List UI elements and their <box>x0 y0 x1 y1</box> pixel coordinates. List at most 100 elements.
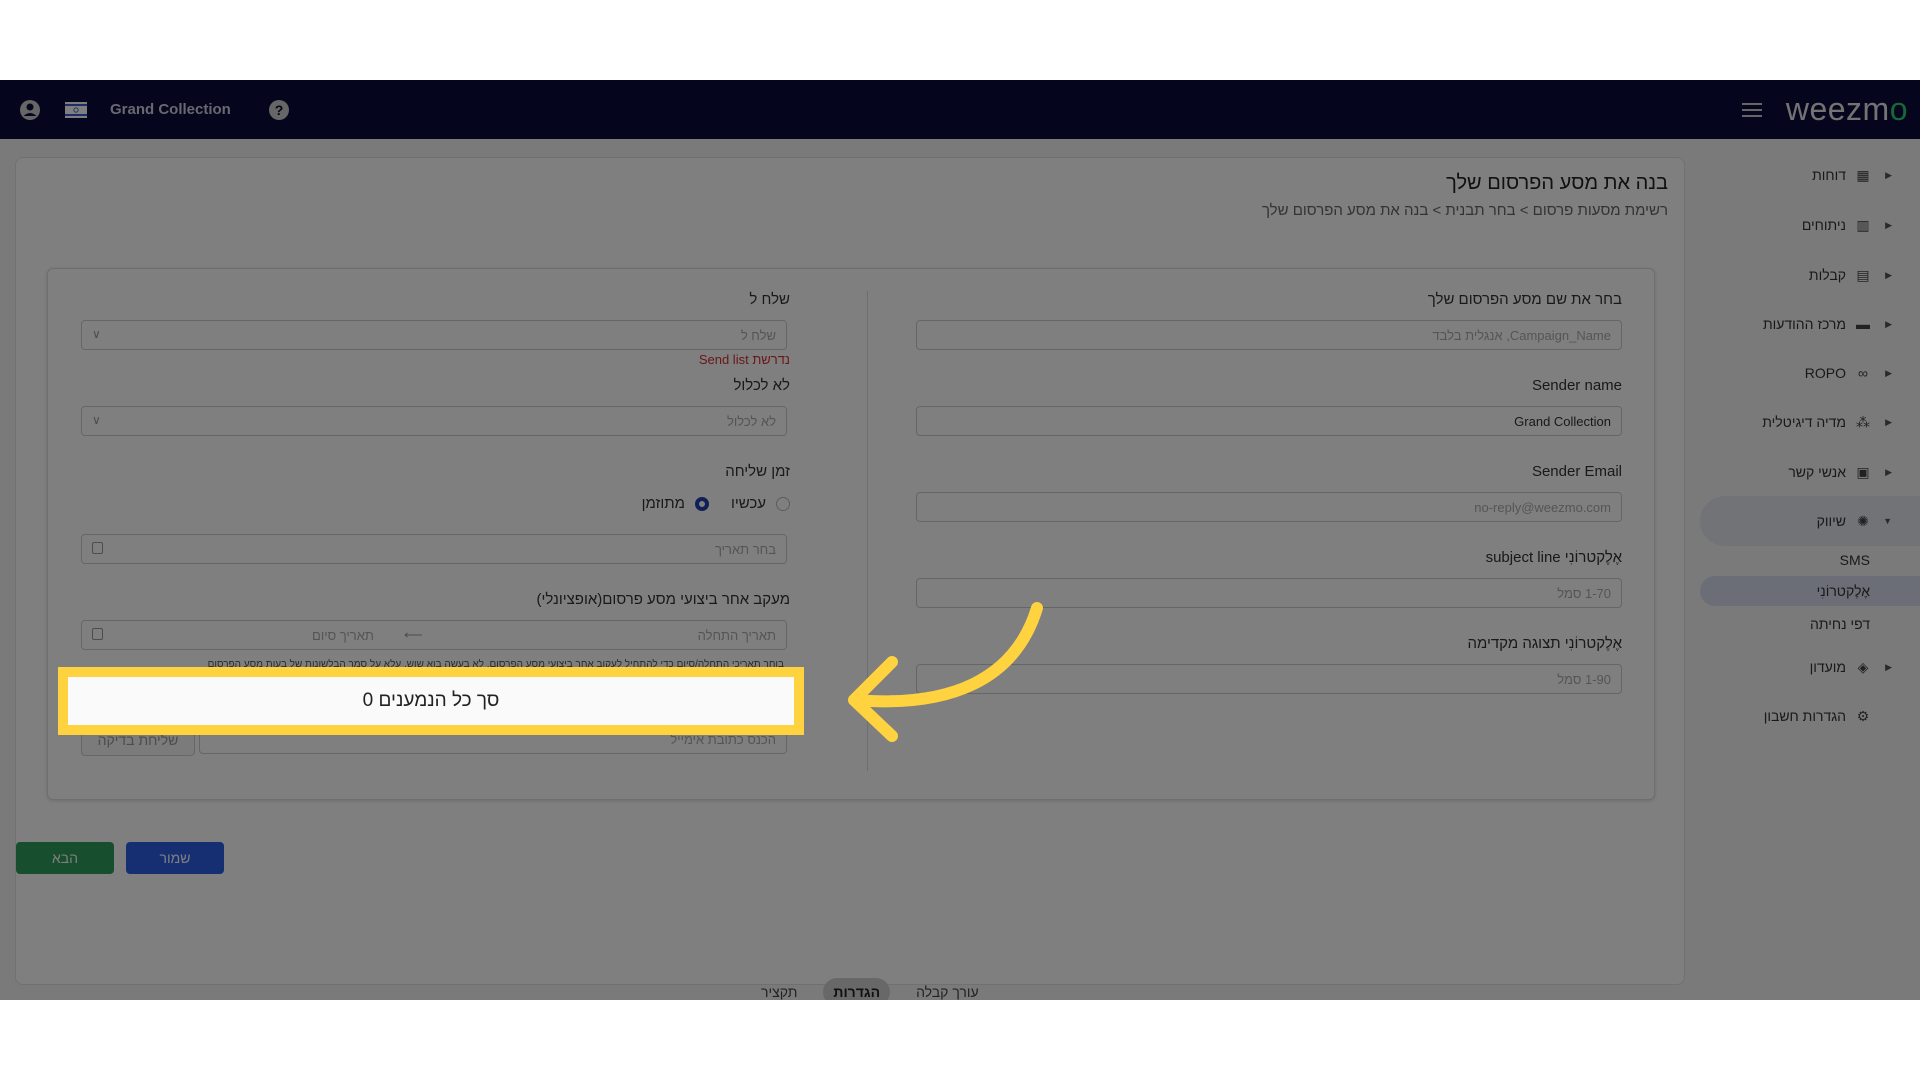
sidebar-subitem-email[interactable]: אֶלֶקטרוֹנִי <box>1700 576 1920 606</box>
sidebar-item-analytics[interactable]: ▶ ▥ ניתוחים <box>1700 205 1920 245</box>
page-title: בנה את מסע הפרסום שלך <box>1446 172 1668 194</box>
save-button[interactable]: שמור <box>126 842 224 874</box>
tracking-label: מעקב אחר ביצועי מסע פרסום(אופציונלי) <box>536 591 790 608</box>
sidebar-subitem-sms[interactable]: SMS <box>1700 545 1920 575</box>
subject-line-placeholder: 1-70 סמל <box>1557 585 1611 601</box>
send-to-label: שלח ל <box>749 291 790 308</box>
tab-summary[interactable]: תקציר <box>751 978 807 1000</box>
sidebar-subitem-landing-pages[interactable]: דפי נחיתה <box>1700 609 1920 639</box>
sidebar-item-label: ניתוחים <box>1801 217 1846 233</box>
logo-text: weezm <box>1785 91 1890 127</box>
next-button[interactable]: הבא <box>16 842 114 874</box>
sidebar-item-contacts[interactable]: ▶ ▣ אנשי קשר <box>1700 452 1920 492</box>
campaign-name-placeholder: Campaign_Name, אנגלית בלבד <box>1432 327 1611 343</box>
hamburger-menu-icon[interactable] <box>1740 98 1764 122</box>
contacts-icon: ▣ <box>1856 463 1870 480</box>
send-time-radio-group: עכשיו מתוזמן <box>642 495 790 512</box>
calendar-icon <box>92 628 103 640</box>
date-picker-input[interactable]: בחר תאריך <box>81 534 787 564</box>
pointer-arrow-icon <box>848 602 1043 742</box>
user-icon[interactable] <box>18 98 42 122</box>
sidebar-item-label: מדיה דיגיטלית <box>1762 414 1846 430</box>
sender-email-input[interactable]: no-reply@weezmo.com <box>916 492 1622 522</box>
chevron-down-icon: ∨ <box>92 413 101 427</box>
celebration-icon: ✺ <box>1857 512 1869 529</box>
caret-right-icon: ▶ <box>1885 219 1892 230</box>
sidebar-item-club[interactable]: ▶ ◈ מועדון <box>1700 647 1920 687</box>
app-screen: Grand Collection ? weezmo בנה את מסע הפר… <box>0 80 1920 1000</box>
send-time-label: זמן שליחה <box>725 463 790 480</box>
content-card: בנה את מסע הפרסום שלך רשימת מסעות פרסום … <box>15 157 1685 1000</box>
caret-right-icon: ▶ <box>1885 169 1892 180</box>
sender-name-label: Sender name <box>1531 377 1622 394</box>
radio-scheduled[interactable] <box>694 496 709 511</box>
exclude-select[interactable]: לא לכלול ∨ <box>81 406 787 436</box>
account-name[interactable]: Grand Collection <box>110 101 231 118</box>
sidebar-item-reports[interactable]: ▶ ▦ דוחות <box>1700 155 1920 195</box>
help-icon[interactable]: ? <box>267 98 291 122</box>
sender-name-value: Grand Collection <box>1514 413 1611 429</box>
sender-email-placeholder: no-reply@weezmo.com <box>1474 499 1611 515</box>
caret-right-icon: ▶ <box>1885 269 1892 280</box>
tab-settings[interactable]: הגדרות <box>823 978 891 1000</box>
gear-icon: ⚙ <box>1856 707 1870 724</box>
recipients-total-highlight: סך כל הנמענים 0 <box>58 667 804 735</box>
exclude-label: לא לכלול <box>733 377 790 394</box>
date-placeholder: בחר תאריך <box>714 541 776 557</box>
campaign-name-input[interactable]: Campaign_Name, אנגלית בלבד <box>916 320 1622 350</box>
exclude-placeholder: לא לכלול <box>726 413 776 429</box>
end-date-placeholder: תאריך סיום <box>312 627 374 643</box>
caret-down-icon: ▼ <box>1883 516 1892 526</box>
radio-now-label[interactable]: עכשיו <box>731 495 766 512</box>
group-icon: ⁂ <box>1856 413 1870 430</box>
sidebar-item-message-center[interactable]: ▶ ▬ מרכז ההודעות <box>1700 304 1920 344</box>
message-icon: ▬ <box>1856 316 1870 332</box>
caret-right-icon: ▶ <box>1885 661 1892 672</box>
step-tabs: עורך קבלה הגדרות תקציר <box>751 978 989 1000</box>
send-to-select[interactable]: שלח ל ∨ <box>81 320 787 350</box>
sidebar-item-label: ROPO <box>1804 365 1846 381</box>
receipt-icon: ▤ <box>1856 266 1870 283</box>
svg-text:?: ? <box>275 102 284 118</box>
subject-line-label: אֶלֶקטרוֹנִי subject line <box>1485 549 1622 566</box>
arrow-right-icon: ⟵ <box>404 627 423 642</box>
sidebar-item-label: שיווק <box>1816 513 1846 529</box>
tab-receipt-editor[interactable]: עורך קבלה <box>906 978 989 1000</box>
weezmo-logo[interactable]: weezmo <box>1786 91 1908 128</box>
campaign-name-label: בחר את שם מסע הפרסום שלך <box>1427 291 1622 308</box>
sender-email-label: Sender Email <box>1531 463 1622 480</box>
sidebar-item-digital-media[interactable]: ▶ ⁂ מדיה דיגיטלית <box>1700 402 1920 442</box>
logo-accent: o <box>1889 91 1908 127</box>
tracking-date-range-input[interactable]: תאריך התחלה ⟵ תאריך סיום <box>81 620 787 650</box>
caret-right-icon: ▶ <box>1885 367 1892 378</box>
radio-scheduled-label[interactable]: מתוזמן <box>642 495 685 512</box>
sidebar: ▶ ▦ דוחות ▶ ▥ ניתוחים ▶ ▤ קבלות ▶ ▬ מרכז ההודעות… <box>1680 140 1920 1000</box>
top-navbar: Grand Collection ? weezmo <box>0 80 1920 139</box>
recipients-total: סך כל הנמענים 0 <box>362 690 500 711</box>
sidebar-item-label: אנשי קשר <box>1788 464 1846 480</box>
caret-right-icon: ▶ <box>1885 416 1892 427</box>
send-to-placeholder: שלח ל <box>740 327 776 343</box>
israel-flag-icon[interactable] <box>64 98 88 122</box>
tag-icon: ◈ <box>1857 658 1869 675</box>
chevron-down-icon: ∨ <box>92 327 101 341</box>
breadcrumb[interactable]: רשימת מסעות פרסום > בחר תבנית > בנה את מ… <box>1262 202 1668 219</box>
sidebar-item-label: קבלות <box>1808 267 1846 283</box>
analytics-icon: ▥ <box>1856 216 1870 233</box>
infinity-icon: ∞ <box>1858 365 1868 381</box>
sidebar-item-marketing[interactable]: ▼ ✺ שיווק <box>1700 496 1920 546</box>
caret-right-icon: ▶ <box>1885 466 1892 477</box>
sidebar-item-label: הגדרות חשבון <box>1763 708 1846 724</box>
preview-text-placeholder: 1-90 סמל <box>1557 671 1611 687</box>
sidebar-item-account-settings[interactable]: ⚙ הגדרות חשבון <box>1700 696 1920 736</box>
sidebar-item-label: דוחות <box>1812 167 1846 183</box>
radio-now[interactable] <box>776 496 790 511</box>
sidebar-item-ropo[interactable]: ▶ ∞ ROPO <box>1700 353 1920 393</box>
sender-name-input[interactable]: Grand Collection <box>916 406 1622 436</box>
preview-text-label: אֶלֶקטרוֹנִי תצוגה מקדימה <box>1467 635 1622 652</box>
sidebar-item-label: מועדון <box>1809 659 1846 675</box>
sidebar-item-receipts[interactable]: ▶ ▤ קבלות <box>1700 255 1920 295</box>
dashboard-icon: ▦ <box>1856 166 1870 183</box>
caret-right-icon: ▶ <box>1885 318 1892 329</box>
start-date-placeholder: תאריך התחלה <box>697 627 776 643</box>
